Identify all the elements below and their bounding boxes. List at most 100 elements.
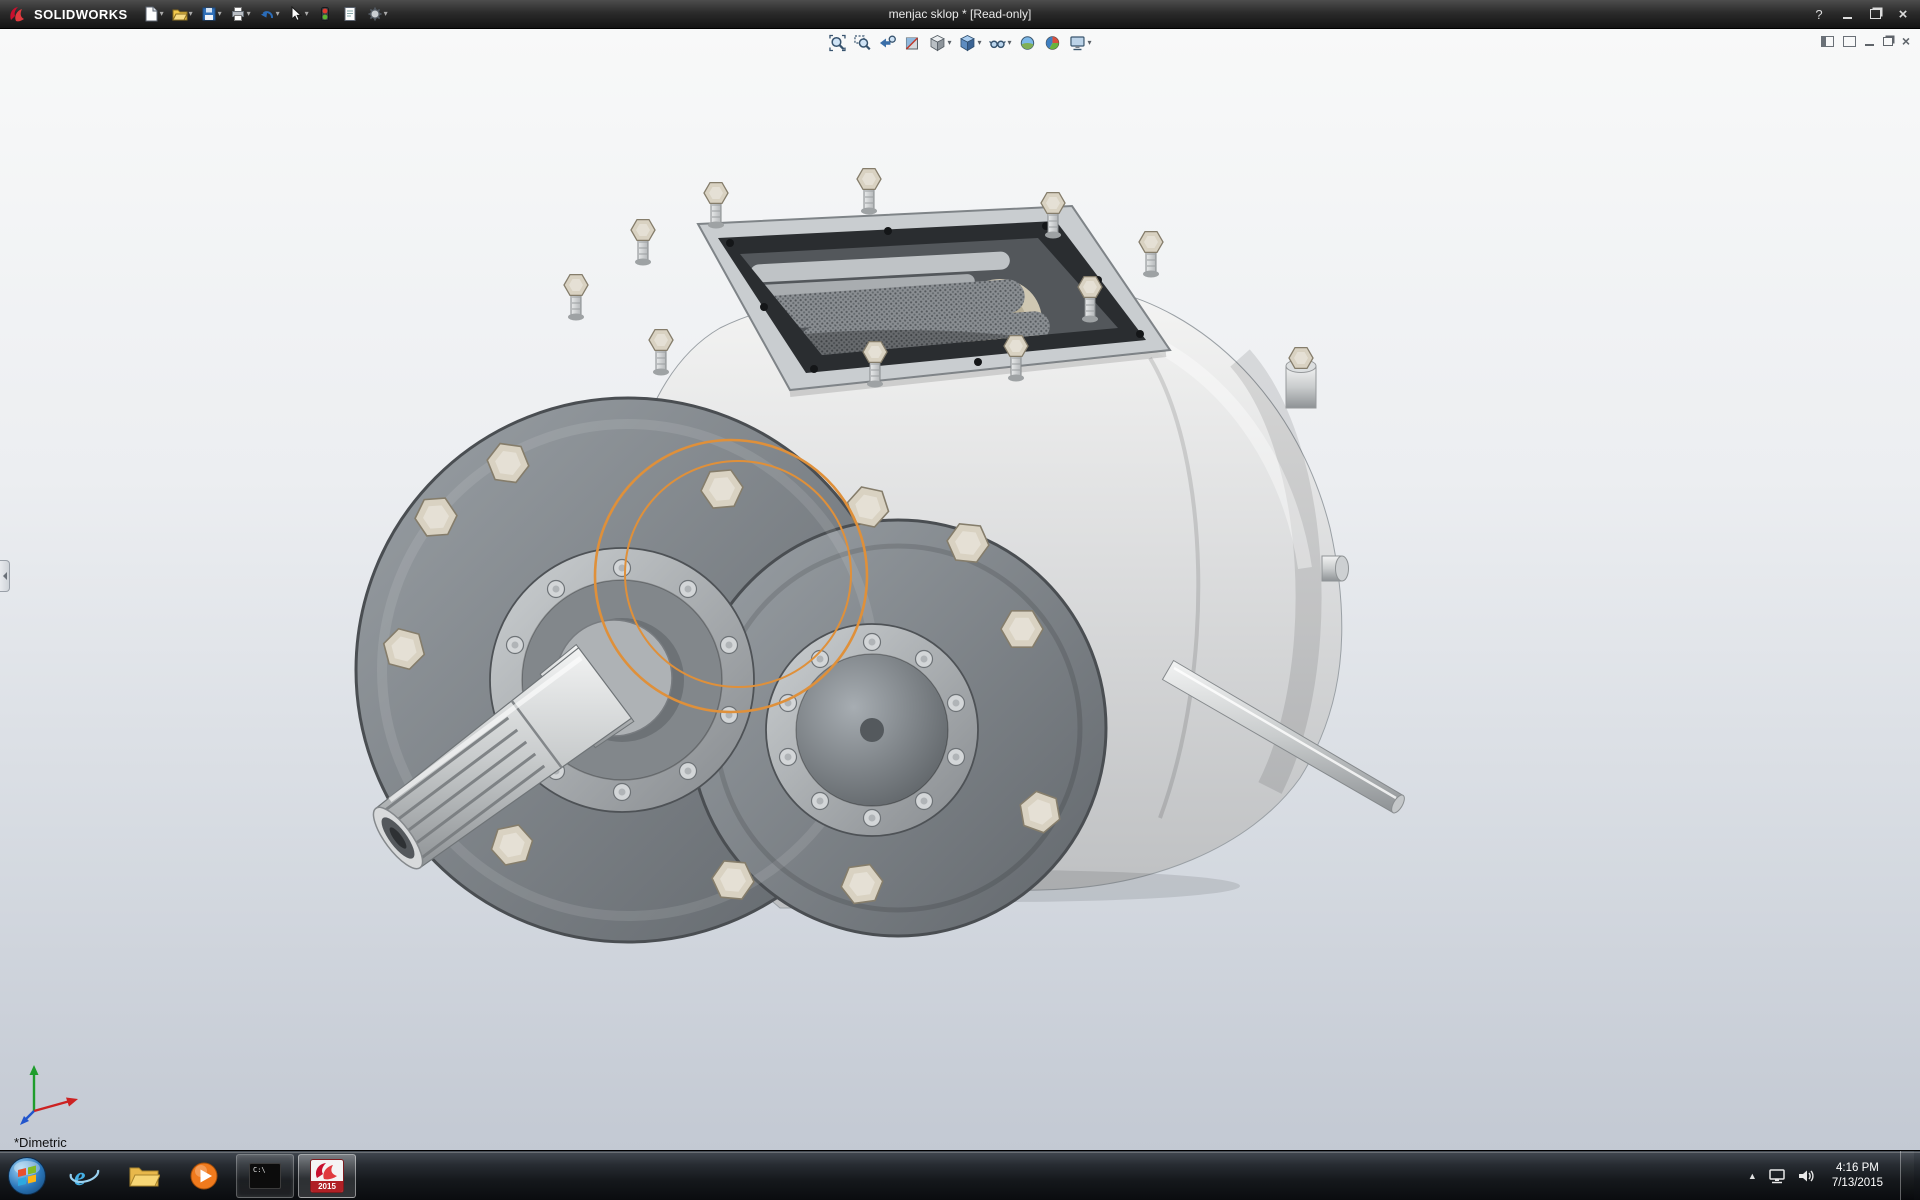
dropdown-caret: ▾ (1008, 39, 1012, 47)
dropdown-caret: ▾ (977, 39, 981, 47)
taskbar-clock[interactable]: 4:16 PM 7/13/2015 (1826, 1161, 1889, 1191)
pane-left-button[interactable] (1821, 36, 1834, 47)
close-button[interactable]: × (1896, 6, 1910, 22)
dropdown-caret: ▾ (1088, 39, 1092, 47)
folder-icon (128, 1163, 160, 1189)
section-view-icon (903, 34, 921, 52)
dropdown-caret: ▾ (947, 39, 951, 47)
view-settings-icon (1069, 34, 1087, 52)
doc-restore-icon (1883, 37, 1893, 46)
brand-text: SOLIDWORKS (34, 7, 128, 22)
doc-close-button[interactable]: × (1902, 34, 1910, 48)
command-prompt-icon: C:\ (249, 1163, 281, 1189)
svg-text:e: e (74, 1162, 86, 1191)
network-icon[interactable] (1768, 1168, 1786, 1184)
zoom-to-fit-button[interactable] (826, 33, 848, 53)
dropdown-caret: ▾ (305, 10, 309, 18)
print-button[interactable]: ▾ (227, 4, 254, 24)
zoom-to-area-button[interactable] (851, 33, 873, 53)
new-document-button[interactable]: ▾ (140, 4, 167, 24)
apply-scene-button[interactable] (1017, 33, 1039, 53)
hide-show-items-button[interactable]: ▾ (987, 33, 1014, 53)
section-view-button[interactable] (901, 33, 923, 53)
display-style-icon (958, 34, 976, 52)
solidworks-version-badge: 2015 (311, 1181, 343, 1192)
show-hidden-icons-button[interactable]: ▲ (1748, 1171, 1757, 1181)
apply-scene-icon (1019, 34, 1037, 52)
clock-time: 4:16 PM (1832, 1161, 1883, 1176)
window-title: menjac sklop * [Read-only] (889, 0, 1032, 28)
window-controls: ? × (1812, 6, 1920, 22)
rebuild-icon (317, 6, 333, 22)
system-tray: ▲ 4:16 PM 7/13/2015 (1748, 1151, 1920, 1200)
dropdown-caret: ▾ (276, 10, 280, 18)
main-toolbar: ▾ ▾ ▾ ▾ (140, 4, 391, 24)
pane-left-icon (1821, 36, 1834, 47)
internet-explorer-icon: e (68, 1160, 100, 1192)
minimize-button[interactable] (1840, 6, 1854, 22)
restore-button[interactable] (1868, 6, 1882, 22)
graphics-area[interactable]: ▾ ▾ ▾ (0, 28, 1920, 1151)
reference-triad (20, 1059, 84, 1125)
edit-appearance-icon (1044, 34, 1062, 52)
gear-icon (367, 6, 383, 22)
save-icon (201, 6, 217, 22)
command-prompt-label: C:\ (253, 1166, 266, 1174)
undo-button[interactable]: ▾ (256, 4, 283, 24)
document-window-controls: × (1821, 34, 1910, 48)
zoom-to-fit-icon (828, 34, 846, 52)
pane-right-icon (1843, 36, 1856, 47)
doc-minimize-button[interactable] (1865, 37, 1874, 46)
show-desktop-button[interactable] (1900, 1151, 1914, 1200)
select-button[interactable]: ▾ (285, 4, 312, 24)
doc-minimize-icon (1865, 37, 1874, 46)
display-style-button[interactable]: ▾ (956, 33, 983, 53)
pane-right-button[interactable] (1843, 36, 1856, 47)
view-orientation-icon (928, 34, 946, 52)
gearbox-model[interactable] (0, 28, 1920, 1151)
file-properties-button[interactable] (339, 4, 362, 24)
new-document-icon (143, 6, 159, 22)
dropdown-caret: ▾ (247, 10, 251, 18)
open-icon (172, 6, 188, 22)
rear-shaft-stub[interactable] (1322, 556, 1349, 581)
volume-icon[interactable] (1797, 1168, 1815, 1184)
dropdown-caret: ▾ (160, 10, 164, 18)
zoom-to-area-icon (853, 34, 871, 52)
open-button[interactable]: ▾ (169, 4, 196, 24)
taskbar-item-solidworks[interactable]: 2015 (298, 1154, 356, 1198)
rebuild-button[interactable] (314, 4, 337, 24)
clock-date: 7/13/2015 (1832, 1176, 1883, 1191)
output-bearing-boss[interactable] (766, 624, 978, 836)
view-orientation-button[interactable]: ▾ (926, 33, 953, 53)
view-settings-button[interactable]: ▾ (1067, 33, 1094, 53)
print-icon (230, 6, 246, 22)
save-button[interactable]: ▾ (198, 4, 225, 24)
app-titlebar: SOLIDWORKS ▾ ▾ ▾ (0, 0, 1920, 29)
solidworks-app-icon: 2015 (310, 1159, 344, 1193)
help-button[interactable]: ? (1812, 6, 1826, 22)
breather-boss[interactable] (1286, 348, 1316, 408)
dropdown-caret: ▾ (384, 10, 388, 18)
start-button[interactable] (0, 1151, 54, 1200)
taskbar: e C:\ 2015 ▲ (0, 1150, 1920, 1200)
windows-start-icon (7, 1156, 47, 1196)
dropdown-caret: ▾ (189, 10, 193, 18)
doc-restore-button[interactable] (1883, 37, 1893, 46)
taskbar-item-internet-explorer[interactable]: e (56, 1155, 112, 1197)
taskbar-item-command-prompt[interactable]: C:\ (236, 1154, 294, 1198)
heads-up-toolbar: ▾ ▾ ▾ (826, 33, 1093, 53)
edit-appearance-button[interactable] (1042, 33, 1064, 53)
previous-view-icon (878, 34, 896, 52)
taskbar-item-file-explorer[interactable] (116, 1155, 172, 1197)
file-properties-icon (342, 6, 358, 22)
minimize-icon (1843, 10, 1852, 19)
solidworks-logo-icon (8, 5, 28, 23)
previous-view-button[interactable] (876, 33, 898, 53)
media-player-icon (189, 1161, 219, 1191)
view-orientation-label: *Dimetric (14, 1135, 67, 1150)
taskbar-item-media-player[interactable] (176, 1155, 232, 1197)
options-button[interactable]: ▾ (364, 4, 391, 24)
solidworks-menu-button[interactable]: SOLIDWORKS (0, 0, 140, 28)
select-cursor-icon (288, 6, 304, 22)
